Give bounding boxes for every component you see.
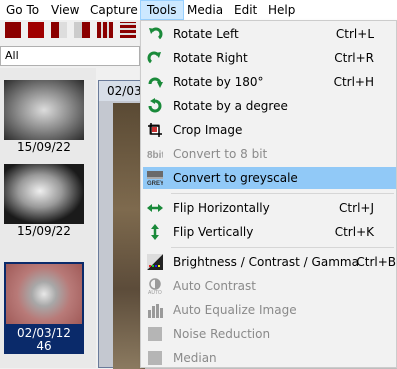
xray-skull-image	[4, 164, 84, 224]
menu-item-crop-image[interactable]: Crop Image	[143, 119, 396, 141]
menu-capture[interactable]: Capture	[84, 0, 144, 20]
menu-item-convert-greyscale[interactable]: GREY Convert to greyscale	[143, 167, 396, 189]
menu-item-rotate-degree[interactable]: Rotate by a degree	[143, 95, 396, 117]
svg-text:8bit: 8bit	[147, 150, 163, 161]
flip-vertical-icon	[151, 224, 159, 240]
menu-item-rotate-left[interactable]: Rotate Left Ctrl+L	[143, 23, 396, 45]
crop-icon	[148, 123, 162, 137]
viewer-title: 02/03/	[99, 81, 145, 101]
menu-media[interactable]: Media	[181, 0, 229, 20]
thumbnail-caption: 02/03/12	[17, 326, 71, 340]
menu-edit[interactable]: Edit	[228, 0, 263, 20]
svg-text:AUTO: AUTO	[148, 290, 162, 294]
menu-item-rotate-180[interactable]: Rotate by 180° Ctrl+H	[143, 71, 396, 93]
tooth-photo-image	[6, 264, 82, 324]
rotate-degree-icon	[148, 98, 162, 113]
menu-separator	[171, 247, 394, 248]
menu-item-convert-8bit[interactable]: 8bit Convert to 8 bit	[143, 143, 396, 165]
menu-item-noise-reduction[interactable]: Noise Reduction	[143, 323, 396, 345]
xray-teeth-image	[4, 80, 84, 140]
menu-view[interactable]: View	[45, 0, 85, 20]
8bit-icon: 8bit	[147, 150, 163, 161]
thumbnail-item-selected[interactable]: 02/03/12 46	[4, 262, 84, 354]
rotate-180-icon	[148, 77, 163, 88]
menu-separator	[171, 193, 394, 194]
layout-two-column-icon[interactable]	[51, 22, 67, 38]
menu-item-flip-vertical[interactable]: Flip Vertically Ctrl+K	[143, 221, 396, 243]
auto-equalize-icon	[148, 304, 163, 318]
tools-menu: Rotate Left Ctrl+L Rotate Right Ctrl+R R…	[140, 20, 397, 368]
greyscale-icon: GREY	[147, 171, 163, 186]
flip-horizontal-icon	[147, 204, 163, 212]
median-icon	[148, 351, 162, 365]
thumbnail-item[interactable]: 15/09/22	[4, 80, 84, 156]
thumbnail-caption: 15/09/22	[17, 140, 71, 154]
image-viewer[interactable]: 02/03/	[98, 80, 145, 369]
menu-item-auto-contrast[interactable]: AUTO Auto Contrast	[143, 275, 396, 297]
menu-help[interactable]: Help	[262, 0, 301, 20]
menu-item-flip-horizontal[interactable]: Flip Horizontally Ctrl+J	[143, 197, 396, 219]
rotate-left-icon	[149, 27, 163, 40]
brightness-contrast-icon	[147, 254, 163, 270]
filter-select[interactable]: All	[0, 46, 140, 66]
menu-goto[interactable]: Go To	[0, 0, 45, 20]
layout-multi-grid-icon[interactable]	[120, 22, 136, 38]
rotate-right-icon	[147, 51, 161, 64]
menu-item-median[interactable]: Median	[143, 347, 396, 369]
auto-contrast-icon: AUTO	[148, 278, 162, 294]
layout-grid-icon[interactable]	[97, 22, 113, 38]
thumbnail-caption: 46	[36, 339, 52, 353]
thumbnail-item[interactable]: 15/09/22	[4, 164, 84, 240]
menu-item-brightness-contrast[interactable]: Brightness / Contrast / Gamma Ctrl+B	[143, 251, 396, 273]
noise-reduction-icon	[148, 327, 162, 341]
thumbnail-caption: 15/09/22	[17, 224, 71, 238]
menu-tools[interactable]: Tools	[140, 0, 184, 20]
layout-single-icon[interactable]	[5, 22, 21, 38]
menu-bar: Go To View Capture Tools Media Edit Help	[0, 0, 397, 20]
menu-item-auto-equalize[interactable]: Auto Equalize Image	[143, 299, 396, 321]
layout-split-icon[interactable]	[74, 22, 90, 38]
menu-item-rotate-right[interactable]: Rotate Right Ctrl+R	[143, 47, 396, 69]
thumbnail-panel: 15/09/22 15/09/22 02/03/12 46	[0, 68, 96, 368]
filter-value: All	[5, 49, 19, 62]
svg-text:GREY: GREY	[147, 181, 163, 186]
layout-wide-icon[interactable]	[28, 22, 44, 38]
